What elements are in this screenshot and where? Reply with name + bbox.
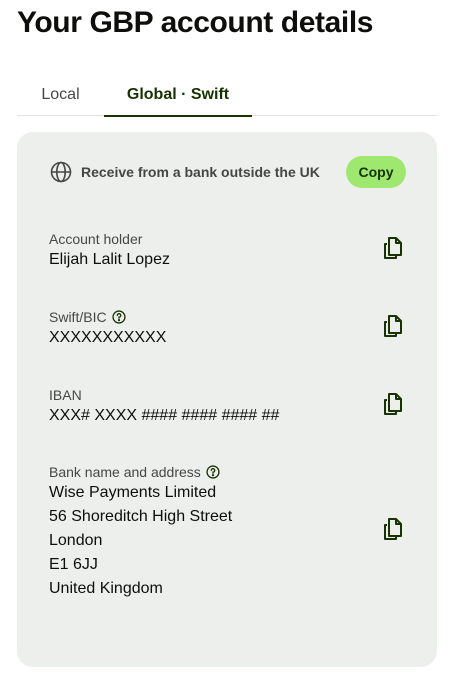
bank-address-label-row: Bank name and address [49,463,232,481]
globe-icon [50,161,72,183]
swift-bic-value: XXXXXXXXXXX [49,329,167,346]
swift-bic-field: Swift/BIC XXXXXXXXXXX [49,308,166,350]
bank-address-line: 56 Shoreditch High Street [49,508,233,525]
receive-info-row: Receive from a bank outside the UK [49,160,320,184]
iban-value: XXX# XXXX #### #### #### ## [49,407,280,424]
page-title: Your GBP account details [17,6,374,39]
copy-all-button[interactable]: Copy [346,156,406,188]
account-details-card: Receive from a bank outside the UK Copy … [17,132,437,667]
help-circle-icon[interactable] [206,465,220,479]
bank-address-line: United Kingdom [49,580,163,597]
account-type-tabs: Local Global · Swift [17,78,437,117]
copy-icon[interactable] [381,517,405,541]
receive-info-text: Receive from a bank outside the UK [81,164,320,180]
bank-address-field: Bank name and address Wise Payments Limi… [49,463,232,601]
help-circle-icon[interactable] [111,310,126,324]
bank-address-line: London [49,532,103,549]
swift-bic-label-row: Swift/BIC [49,308,166,326]
copy-icon[interactable] [381,236,405,260]
account-holder-label: Account holder [49,231,143,247]
iban-field: IBAN XXX# XXXX #### #### #### ## [49,386,279,428]
bank-address-label: Bank name and address [49,464,201,480]
copy-icon[interactable] [381,314,405,338]
copy-icon[interactable] [381,392,405,416]
tab-local[interactable]: Local [17,78,104,116]
swift-bic-label: Swift/BIC [49,309,107,325]
tab-global-swift[interactable]: Global · Swift [104,78,252,117]
iban-label: IBAN [49,387,82,403]
account-holder-field: Account holder Elijah Lalit Lopez [49,230,170,272]
bank-address-line: Wise Payments Limited [49,484,217,501]
bank-address-line: E1 6JJ [49,556,98,573]
account-holder-value: Elijah Lalit Lopez [49,251,170,268]
